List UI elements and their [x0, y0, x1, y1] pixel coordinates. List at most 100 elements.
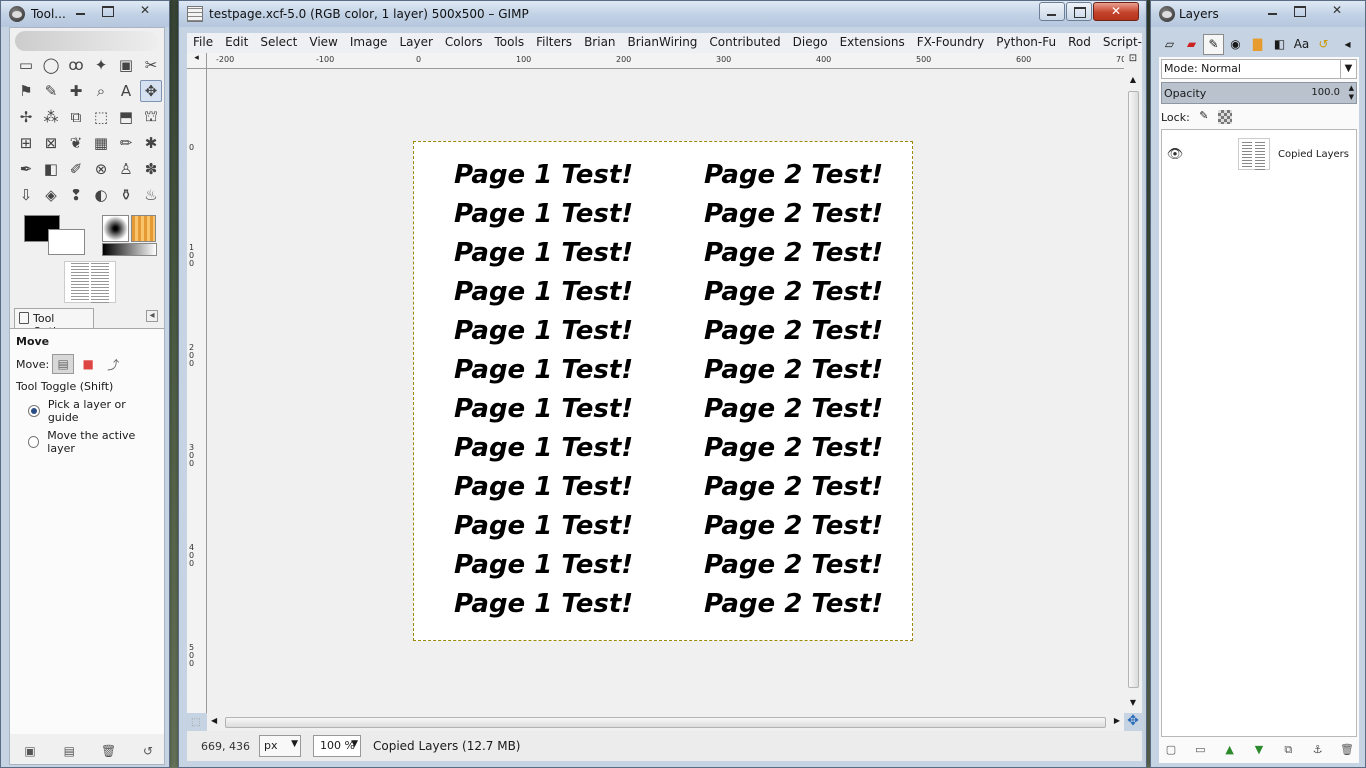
minimize-button[interactable] [71, 2, 91, 21]
unit-select[interactable]: px ▼ [259, 735, 301, 757]
tool-icon-5[interactable]: ✂ [140, 54, 162, 76]
delete-layer-icon[interactable]: 🗑 [1339, 743, 1355, 759]
tool-icon-21[interactable]: ▦ [90, 132, 112, 154]
tool-icon-32[interactable]: ❢ [65, 184, 87, 206]
tool-icon-0[interactable]: ▭ [15, 54, 37, 76]
scroll-left-icon[interactable]: ◀ [211, 716, 217, 725]
pattern-preview[interactable] [131, 215, 156, 242]
tool-icon-25[interactable]: ◧ [40, 158, 62, 180]
menu-fx-foundry[interactable]: FX-Foundry [911, 33, 991, 53]
maximize-button[interactable] [97, 2, 117, 21]
tool-icon-13[interactable]: ⁂ [40, 106, 62, 128]
tab-brushes-icon[interactable]: ◉ [1225, 34, 1246, 55]
tool-icon-34[interactable]: ⚱ [115, 184, 137, 206]
new-layer-icon[interactable]: ▢ [1163, 743, 1179, 759]
anchor-layer-icon[interactable]: ⚓ [1310, 743, 1326, 759]
tab-layers-icon[interactable]: ▱ [1159, 34, 1180, 55]
toolbox-titlebar[interactable]: Tool... [1, 1, 169, 27]
tool-icon-15[interactable]: ⬚ [90, 106, 112, 128]
tab-menu-icon[interactable]: ◂ [1337, 34, 1358, 55]
active-image-thumbnail[interactable] [64, 261, 116, 303]
tool-icon-11[interactable]: ✥ [140, 80, 162, 102]
tool-icon-14[interactable]: ⧉ [65, 106, 87, 128]
tool-icon-35[interactable]: ♨ [140, 184, 162, 206]
tool-icon-22[interactable]: ✏ [115, 132, 137, 154]
menu-select[interactable]: Select [254, 33, 303, 53]
tool-icon-33[interactable]: ◐ [90, 184, 112, 206]
tool-icon-7[interactable]: ✎ [40, 80, 62, 102]
tab-document-history-icon[interactable]: ↺ [1313, 34, 1334, 55]
menu-edit[interactable]: Edit [219, 33, 254, 53]
menu-brian[interactable]: Brian [578, 33, 621, 53]
radio-pick-layer[interactable]: Pick a layer or guide [28, 398, 158, 424]
lock-alpha-icon[interactable] [1217, 110, 1232, 124]
tool-icon-8[interactable]: ✚ [65, 80, 87, 102]
tool-icon-1[interactable]: ◯ [40, 54, 62, 76]
radio-move-active-layer-indicator[interactable] [28, 436, 40, 448]
tab-fonts-icon[interactable]: Aa [1291, 34, 1312, 55]
close-button[interactable] [1327, 2, 1347, 21]
zoom-combo[interactable]: 100 % ▼ [313, 735, 361, 757]
radio-move-active-layer[interactable]: Move the active layer [28, 429, 158, 455]
tool-icon-3[interactable]: ✦ [90, 54, 112, 76]
menu-image[interactable]: Image [344, 33, 394, 53]
eye-icon[interactable]: 👁 [1162, 147, 1188, 162]
layer-row[interactable]: 👁 Copied Layers [1162, 134, 1356, 174]
restore-options-icon[interactable]: ▤ [61, 744, 77, 760]
tool-icon-4[interactable]: ▣ [115, 54, 137, 76]
opacity-spinner[interactable]: ▲ ▼ [1349, 84, 1354, 102]
zoom-follow-icon[interactable]: ⊡ [1124, 53, 1142, 69]
vertical-scroll-thumb[interactable] [1128, 91, 1139, 688]
horizontal-ruler[interactable]: -200 -100 0 100 200 300 400 500 600 70 [207, 53, 1126, 69]
brush-preview[interactable] [102, 215, 129, 242]
tab-patterns-icon[interactable]: ▇ [1247, 34, 1268, 55]
tab-channels-icon[interactable]: ▰ [1181, 34, 1202, 55]
new-layer-group-icon[interactable]: ▭ [1192, 743, 1208, 759]
tool-icon-6[interactable]: ⚑ [15, 80, 37, 102]
maximize-button[interactable] [1066, 2, 1092, 21]
horizontal-scrollbar[interactable]: ◀ ▶ [207, 713, 1124, 731]
tool-icon-19[interactable]: ⊠ [40, 132, 62, 154]
menu-tools[interactable]: Tools [489, 33, 531, 53]
close-button[interactable] [135, 2, 155, 21]
opacity-slider[interactable]: Opacity 100.0 ▲ ▼ [1161, 82, 1357, 104]
tool-icon-9[interactable]: ⌕ [90, 80, 112, 102]
tool-icon-12[interactable]: ✢ [15, 106, 37, 128]
move-path-mode-button[interactable]: ⤴ [102, 354, 124, 374]
menu-extensions[interactable]: Extensions [834, 33, 911, 53]
menu-view[interactable]: View [303, 33, 343, 53]
quick-mask-toggle-icon[interactable]: ⬚ [191, 717, 200, 728]
menu-filters[interactable]: Filters [530, 33, 578, 53]
move-layer-mode-button[interactable]: ▤ [52, 354, 75, 374]
delete-options-icon[interactable]: 🗑 [101, 744, 117, 760]
tool-icon-30[interactable]: ⇩ [15, 184, 37, 206]
navigate-icon[interactable]: ✥ [1124, 713, 1142, 731]
tool-icon-23[interactable]: ✱ [140, 132, 162, 154]
radio-pick-layer-indicator[interactable] [28, 405, 40, 417]
tab-gradients-icon[interactable]: ◧ [1269, 34, 1290, 55]
lock-pixels-icon[interactable]: ✎ [1196, 109, 1212, 125]
scroll-right-icon[interactable]: ▶ [1114, 716, 1120, 725]
layer-name[interactable]: Copied Layers [1278, 149, 1349, 160]
menu-contributed[interactable]: Contributed [703, 33, 786, 53]
minimize-button[interactable] [1263, 2, 1283, 21]
reset-options-icon[interactable]: ↺ [140, 744, 156, 760]
layers-titlebar[interactable]: Layers [1151, 1, 1365, 27]
lower-layer-icon[interactable]: ▼ [1251, 743, 1267, 759]
quick-mask-corner[interactable]: ◂ [187, 53, 207, 69]
menu-python-fu[interactable]: Python-Fu [990, 33, 1062, 53]
minimize-button[interactable] [1039, 2, 1065, 21]
tab-menu-icon[interactable]: ◂ [146, 310, 158, 322]
tool-icon-18[interactable]: ⊞ [15, 132, 37, 154]
opacity-value[interactable]: 100.0 [1311, 87, 1340, 98]
gradient-preview[interactable] [102, 243, 157, 256]
vertical-scrollbar[interactable]: ⊡ ▲ ▼ [1124, 53, 1142, 713]
tool-icon-10[interactable]: A [115, 80, 137, 102]
tool-icon-31[interactable]: ◈ [40, 184, 62, 206]
save-options-icon[interactable]: ▣ [22, 744, 38, 760]
menu-diego[interactable]: Diego [787, 33, 834, 53]
menu-script-fu[interactable]: Script-Fu [1097, 33, 1142, 53]
image-canvas[interactable]: Page 1 Test! Page 2 Test! Page 1 Test! Page… [413, 141, 913, 641]
layer-mode-select[interactable]: Mode: Normal ▼ [1161, 59, 1357, 79]
image-titlebar[interactable]: testpage.xcf-5.0 (RGB color, 1 layer) 50… [179, 1, 1146, 27]
